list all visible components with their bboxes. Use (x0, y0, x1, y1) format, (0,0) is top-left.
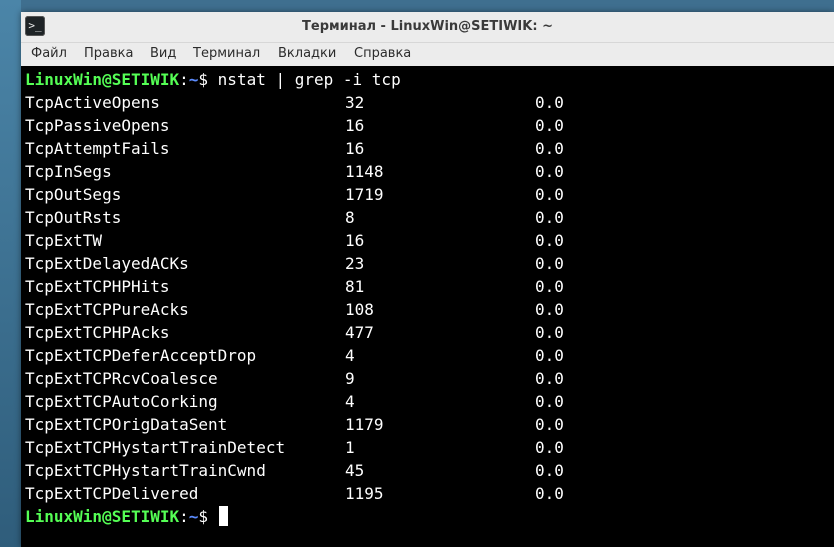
current-prompt-line[interactable]: LinuxWin@SETIWIK:~$ (25, 505, 228, 528)
desktop-background (0, 0, 21, 547)
counter-rate: 0.0 (535, 116, 564, 135)
counter-rate: 0.0 (535, 323, 564, 342)
terminal-output[interactable]: LinuxWin@SETIWIK:~$ nstat | grep -i tcp … (21, 67, 834, 547)
prompt-path: ~ (188, 70, 199, 89)
counter-name: TcpExtTCPAutoCorking (25, 392, 218, 411)
counter-name: TcpExtTCPDeferAcceptDrop (25, 346, 257, 365)
output-row: TcpPassiveOpens 16 0.0 (25, 114, 825, 137)
window-title: Терминал - LinuxWin@SETIWIK: ~ (302, 19, 553, 34)
output-row: TcpExtTCPPureAcks 108 0.0 (25, 298, 825, 321)
counter-rate: 0.0 (535, 162, 564, 181)
counter-value: 1 (345, 438, 355, 457)
menu-edit[interactable]: Правка (78, 43, 139, 66)
counter-value: 8 (345, 208, 355, 227)
text-cursor (218, 506, 228, 526)
counter-rate: 0.0 (535, 139, 564, 158)
counter-name: TcpExtTCPHystartTrainCwnd (25, 461, 266, 480)
output-row: TcpOutSegs 1719 0.0 (25, 183, 825, 206)
terminal-window: >_ Терминал - LinuxWin@SETIWIK: ~ Файл П… (21, 12, 834, 547)
counter-value: 4 (345, 346, 355, 365)
output-row: TcpExtTCPOrigDataSent 1179 0.0 (25, 413, 825, 436)
prompt-user-host: LinuxWin@SETIWIK (25, 70, 180, 89)
counter-name: TcpPassiveOpens (25, 116, 170, 135)
counter-value: 32 (345, 93, 365, 112)
output-row: TcpExtTCPRcvCoalesce 9 0.0 (25, 367, 825, 390)
prompt-colon: : (179, 507, 189, 526)
output-row: TcpAttemptFails 16 0.0 (25, 137, 825, 160)
menu-file[interactable]: Файл (25, 43, 73, 66)
counter-value: 9 (345, 369, 355, 388)
counter-value: 4 (345, 392, 355, 411)
counter-value: 16 (345, 139, 365, 158)
menu-help[interactable]: Справка (348, 43, 417, 66)
counter-name: TcpExtTCPRcvCoalesce (25, 369, 218, 388)
output-row: TcpInSegs 1148 0.0 (25, 160, 825, 183)
counter-rate: 0.0 (535, 208, 564, 227)
counter-name: TcpExtTW (25, 231, 103, 250)
output-row: TcpOutRsts 8 0.0 (25, 206, 825, 229)
prompt-colon: : (179, 70, 189, 89)
counter-rate: 0.0 (535, 346, 564, 365)
prompt-user-host: LinuxWin@SETIWIK (25, 507, 180, 526)
output-row: TcpExtTCPHPHits 81 0.0 (25, 275, 825, 298)
counter-name: TcpExtTCPPureAcks (25, 300, 189, 319)
counter-rate: 0.0 (535, 185, 564, 204)
command-text: nstat | grep -i tcp (217, 70, 401, 89)
output-row: TcpActiveOpens 32 0.0 (25, 91, 825, 114)
counter-name: TcpOutSegs (25, 185, 122, 204)
prompt-path: ~ (188, 507, 199, 526)
output-row: TcpExtTW 16 0.0 (25, 229, 825, 252)
menu-view[interactable]: Вид (144, 43, 182, 66)
output-row: TcpExtTCPDelivered 1195 0.0 (25, 482, 825, 505)
counter-name: TcpAttemptFails (25, 139, 170, 158)
counter-name: TcpExtDelayedACKs (25, 254, 189, 273)
menu-bar: Файл Правка Вид Терминал Вкладки Справка (21, 43, 834, 66)
prompt-dollar: $ (198, 70, 218, 89)
counter-name: TcpExtTCPHPHits (25, 277, 170, 296)
counter-name: TcpActiveOpens (25, 93, 160, 112)
counter-rate: 0.0 (535, 254, 564, 273)
counter-value: 16 (345, 116, 365, 135)
counter-value: 1719 (345, 185, 384, 204)
output-row: TcpExtTCPAutoCorking 4 0.0 (25, 390, 825, 413)
counter-value: 477 (345, 323, 374, 342)
counter-value: 16 (345, 231, 365, 250)
counter-name: TcpExtTCPHystartTrainDetect (25, 438, 286, 457)
counter-value: 81 (345, 277, 365, 296)
menu-terminal[interactable]: Терминал (187, 43, 266, 66)
counter-value: 45 (345, 461, 365, 480)
counter-rate: 0.0 (535, 438, 564, 457)
output-row: TcpExtDelayedACKs 23 0.0 (25, 252, 825, 275)
output-row: TcpExtTCPHystartTrainCwnd 45 0.0 (25, 459, 825, 482)
menu-tabs[interactable]: Вкладки (272, 43, 342, 66)
counter-rate: 0.0 (535, 300, 564, 319)
output-row: TcpExtTCPHystartTrainDetect 1 0.0 (25, 436, 825, 459)
counter-name: TcpExtTCPDelivered (25, 484, 199, 503)
counter-value: 108 (345, 300, 374, 319)
counter-value: 1148 (345, 162, 384, 181)
counter-rate: 0.0 (535, 484, 564, 503)
counter-value: 23 (345, 254, 365, 273)
title-bar[interactable]: >_ Терминал - LinuxWin@SETIWIK: ~ (21, 12, 834, 43)
counter-value: 1179 (345, 415, 384, 434)
counter-name: TcpOutRsts (25, 208, 122, 227)
output-row: TcpExtTCPHPAcks 477 0.0 (25, 321, 825, 344)
counter-rate: 0.0 (535, 369, 564, 388)
prompt-dollar: $ (198, 507, 218, 526)
counter-value: 1195 (345, 484, 384, 503)
counter-rate: 0.0 (535, 415, 564, 434)
counter-rate: 0.0 (535, 277, 564, 296)
counter-name: TcpInSegs (25, 162, 112, 181)
counter-rate: 0.0 (535, 93, 564, 112)
counter-name: TcpExtTCPOrigDataSent (25, 415, 228, 434)
counter-name: TcpExtTCPHPAcks (25, 323, 170, 342)
output-row: TcpExtTCPDeferAcceptDrop 4 0.0 (25, 344, 825, 367)
command-line: LinuxWin@SETIWIK:~$ nstat | grep -i tcp (25, 68, 401, 91)
counter-rate: 0.0 (535, 392, 564, 411)
counter-rate: 0.0 (535, 461, 564, 480)
counter-rate: 0.0 (535, 231, 564, 250)
